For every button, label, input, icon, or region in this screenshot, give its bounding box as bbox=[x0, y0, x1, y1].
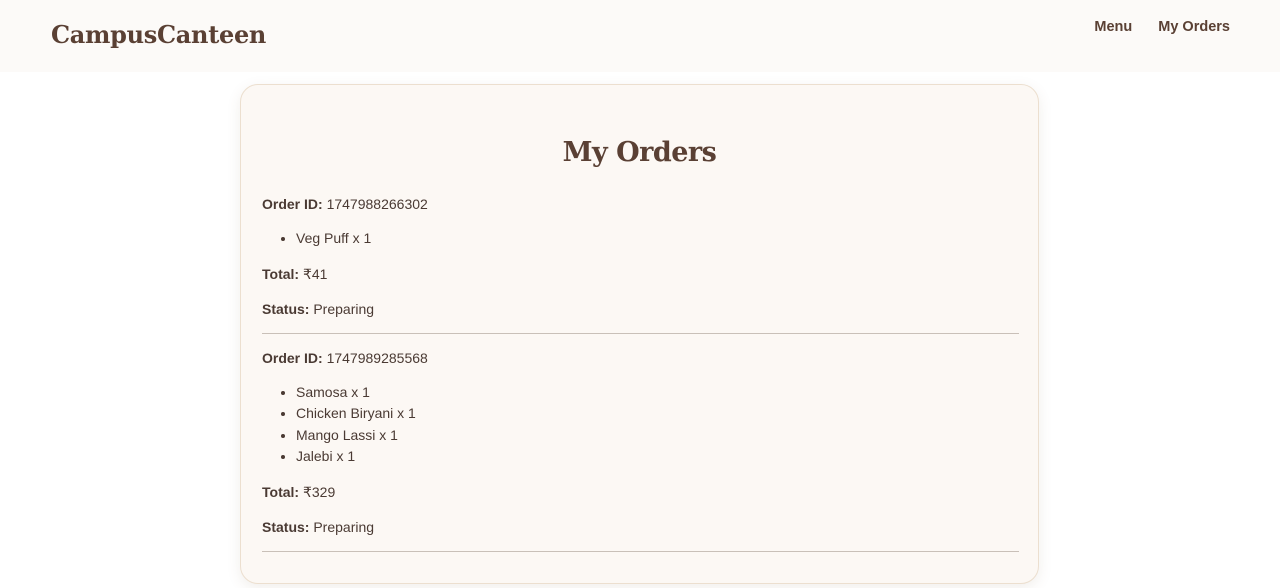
order-status-label: Status: bbox=[262, 518, 310, 535]
order-item: Mango Lassi x 1 bbox=[296, 425, 1019, 447]
order-entry: Order ID: 1747988266302 Veg Puff x 1 Tot… bbox=[262, 193, 1019, 334]
orders-card: My Orders Order ID: 1747988266302 Veg Pu… bbox=[240, 84, 1039, 584]
order-id-label: Order ID: bbox=[262, 196, 323, 212]
order-total-label: Total: bbox=[262, 265, 300, 282]
order-items-list: Veg Puff x 1 bbox=[262, 228, 1019, 250]
order-id-label: Order ID: bbox=[262, 349, 323, 366]
orders-list: Order ID: 1747988266302 Veg Puff x 1 Tot… bbox=[262, 193, 1019, 565]
order-status-line: Status: Preparing bbox=[262, 516, 1019, 551]
order-total-value: ₹329 bbox=[302, 483, 336, 500]
order-divider bbox=[262, 332, 1019, 334]
order-items-wrap: Veg Puff x 1 bbox=[262, 228, 1019, 263]
nav-menu-link[interactable]: Menu bbox=[1094, 19, 1132, 35]
order-item: Samosa x 1 bbox=[296, 382, 1019, 404]
nav-links: Menu My Orders bbox=[1094, 19, 1230, 35]
order-item: Veg Puff x 1 bbox=[296, 228, 1019, 250]
order-status-value: Preparing bbox=[313, 518, 375, 535]
nav-my-orders-link[interactable]: My Orders bbox=[1158, 19, 1230, 35]
order-items-wrap: Samosa x 1 Chicken Biryani x 1 Mango Las… bbox=[262, 382, 1019, 481]
order-entry: Order ID: 1747989285568 Samosa x 1 Chick… bbox=[262, 347, 1019, 552]
order-divider bbox=[262, 550, 1019, 552]
order-id-line: Order ID: 1747989285568 bbox=[262, 347, 1019, 382]
order-status-label: Status: bbox=[262, 300, 310, 317]
order-id-value: 1747989285568 bbox=[326, 349, 428, 366]
order-items-list: Samosa x 1 Chicken Biryani x 1 Mango Las… bbox=[262, 382, 1019, 468]
order-total-line: Total: ₹329 bbox=[262, 481, 1019, 516]
order-total-label: Total: bbox=[262, 483, 300, 500]
top-navbar: CampusCanteen Menu My Orders bbox=[0, 0, 1280, 72]
order-item: Jalebi x 1 bbox=[296, 446, 1019, 468]
order-status-value: Preparing bbox=[313, 300, 375, 317]
order-id-line: Order ID: 1747988266302 bbox=[262, 193, 1019, 228]
page-title: My Orders bbox=[562, 137, 717, 168]
order-status-line: Status: Preparing bbox=[262, 298, 1019, 333]
brand-logo[interactable]: CampusCanteen bbox=[51, 20, 266, 49]
order-total-line: Total: ₹41 bbox=[262, 263, 1019, 298]
order-total-value: ₹41 bbox=[302, 265, 328, 282]
order-id-value: 1747988266302 bbox=[326, 196, 428, 212]
order-item: Chicken Biryani x 1 bbox=[296, 403, 1019, 425]
